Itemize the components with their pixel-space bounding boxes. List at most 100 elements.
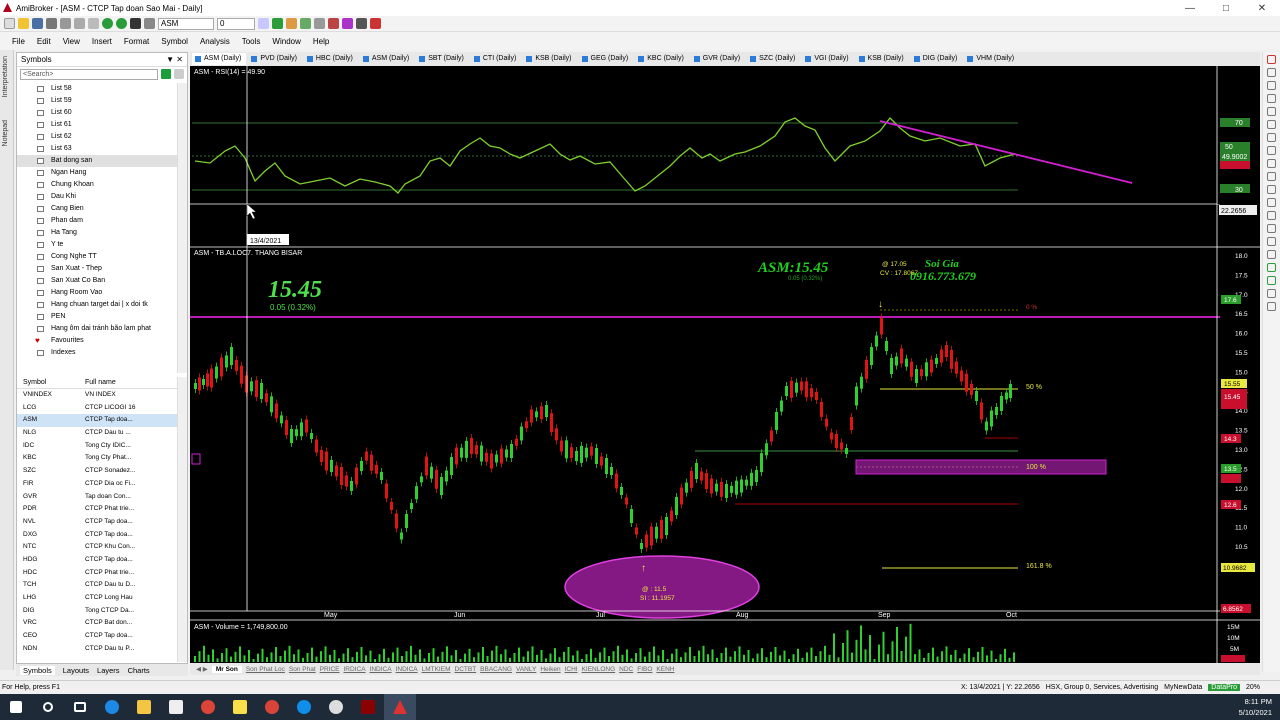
sheet-tab[interactable]: INDICA	[370, 666, 392, 673]
chart-tab[interactable]: ASM (Daily)	[192, 53, 247, 65]
open-icon[interactable]	[18, 18, 29, 29]
app-icon-dark[interactable]	[352, 694, 384, 720]
tree-item[interactable]: Hang chuan target dai | x doi tk	[17, 299, 177, 311]
sheet-tab[interactable]: LMTKIEM	[422, 666, 451, 673]
menu-file[interactable]: File	[12, 37, 25, 46]
sheet-tab[interactable]: FIBO	[637, 666, 652, 673]
tree-item[interactable]: Bat dong san	[17, 155, 177, 167]
sheet-tab[interactable]: Son Phat	[289, 666, 316, 673]
cursor-icon[interactable]	[258, 18, 269, 29]
windows-start-icon[interactable]	[0, 694, 32, 720]
table-row[interactable]: TCH CTCP Dau tu D...	[17, 579, 177, 592]
tree-item[interactable]: San Xuat Co Ban	[17, 275, 177, 287]
table-row[interactable]: HDC CTCP Phat trie...	[17, 567, 177, 580]
system-clock[interactable]: 8:11 PM 5/10/2021	[1239, 696, 1272, 718]
properties-tool-icon[interactable]	[1267, 302, 1276, 311]
tree-item[interactable]: Cang Bien	[17, 203, 177, 215]
chrome-icon[interactable]	[192, 694, 224, 720]
table-row[interactable]: VRC CTCP Bat don...	[17, 617, 177, 630]
store-icon[interactable]	[160, 694, 192, 720]
chart-tab[interactable]: PVD (Daily)	[248, 53, 302, 65]
sheet-tab[interactable]: VANLY	[516, 666, 536, 673]
copy-icon[interactable]	[74, 18, 85, 29]
table-row[interactable]: KBC Tong Cty Phat...	[17, 452, 177, 465]
arc-tool-icon[interactable]	[1267, 237, 1276, 246]
chart-tab[interactable]: ASM (Daily)	[360, 53, 414, 65]
arrow-up-icon[interactable]	[272, 18, 283, 29]
obs-icon[interactable]	[320, 694, 352, 720]
gear-icon[interactable]	[314, 18, 325, 29]
style-tool-icon[interactable]	[1267, 276, 1276, 285]
chart-tab[interactable]: KBC (Daily)	[635, 53, 689, 65]
paste-icon[interactable]	[88, 18, 99, 29]
chart-tab[interactable]: CTI (Daily)	[471, 53, 521, 65]
sheet-tab[interactable]: Heiken	[540, 666, 560, 673]
chart-area[interactable]: ASM - RSI(14) = 49.90 70 50 49.9002 30 2…	[190, 66, 1260, 663]
chart-icon[interactable]	[328, 18, 339, 29]
back-icon[interactable]	[102, 18, 113, 29]
tree-item[interactable]: List 61	[17, 119, 177, 131]
menu-insert[interactable]: Insert	[92, 37, 112, 46]
sheet-nav-arrows[interactable]: ◀ ▶	[196, 665, 208, 673]
save-icon[interactable]	[32, 18, 43, 29]
magnet-icon[interactable]	[370, 18, 381, 29]
tree-item[interactable]: Indexes	[17, 347, 177, 359]
ray-tool-icon[interactable]	[1267, 81, 1276, 90]
tree-item[interactable]: Hang ôm dai tránh bão lam phat	[17, 323, 177, 335]
menu-format[interactable]: Format	[124, 37, 149, 46]
table-row[interactable]: LHG CTCP Long Hau	[17, 592, 177, 605]
tree-item[interactable]: List 58	[17, 83, 177, 95]
chart-tab[interactable]: GEG (Daily)	[579, 53, 634, 65]
tab-interpretation[interactable]: Interpretation	[2, 56, 9, 97]
amibroker-taskbar-icon[interactable]	[384, 694, 416, 720]
close-button[interactable]: ✕	[1244, 0, 1280, 16]
chart-tab[interactable]: VGI (Daily)	[802, 53, 853, 65]
hline-tool-icon[interactable]	[1267, 94, 1276, 103]
tree-item[interactable]: Chung Khoan	[17, 179, 177, 191]
sheet-tab[interactable]: KIENLONG	[582, 666, 616, 673]
table-row[interactable]: SZC CTCP Sonadez...	[17, 465, 177, 478]
tree-item[interactable]: List 59	[17, 95, 177, 107]
sheet-tab[interactable]: Mr Son	[211, 665, 242, 673]
file-explorer-icon[interactable]	[128, 694, 160, 720]
sheet-tab[interactable]: IRDICA	[344, 666, 366, 673]
list-icon[interactable]	[144, 18, 155, 29]
table-row[interactable]: VNINDEX VN INDEX	[17, 389, 177, 402]
table-row[interactable]: DXG CTCP Tap doa...	[17, 529, 177, 542]
maximize-button[interactable]: □	[1208, 0, 1244, 16]
heart-icon[interactable]	[286, 18, 297, 29]
table-row[interactable]: HDG CTCP Tap doa...	[17, 554, 177, 567]
channel-tool-icon[interactable]	[1267, 120, 1276, 129]
table-row[interactable]: NVL CTCP Tap doa...	[17, 516, 177, 529]
table-row[interactable]: NLG CTCP Dau tu ...	[17, 427, 177, 440]
chart-tab[interactable]: SBT (Daily)	[416, 53, 469, 65]
table-row[interactable]: PDR CTCP Phat trie...	[17, 503, 177, 516]
line-tool-icon[interactable]	[1267, 68, 1276, 77]
chart-tab[interactable]: DIG (Daily)	[911, 53, 963, 65]
col-symbol[interactable]: Symbol	[17, 377, 85, 388]
draw-icon[interactable]	[356, 18, 367, 29]
rect-tool-icon[interactable]	[1267, 146, 1276, 155]
edge-icon[interactable]	[96, 694, 128, 720]
tree-item[interactable]: Ha Tang	[17, 227, 177, 239]
sheet-tab[interactable]: PRICE	[320, 666, 340, 673]
tab-layers[interactable]: Layers	[97, 666, 120, 675]
panel-pin-close[interactable]: ▼ ✕	[166, 55, 183, 64]
tree-icon[interactable]	[300, 18, 311, 29]
chart-tab[interactable]: HBC (Daily)	[304, 53, 358, 65]
tree-item[interactable]: List 62	[17, 131, 177, 143]
forward-icon[interactable]	[116, 18, 127, 29]
cycle-tool-icon[interactable]	[1267, 198, 1276, 207]
teamviewer-icon[interactable]	[288, 694, 320, 720]
chart-tab[interactable]: KSB (Daily)	[856, 53, 909, 65]
table-row[interactable]: NDN CTCP Dau tu P...	[17, 643, 177, 654]
pointer-tool-icon[interactable]	[1267, 55, 1276, 64]
gann-tool-icon[interactable]	[1267, 211, 1276, 220]
table-row[interactable]: LCG CTCP LICOGI 16	[17, 402, 177, 415]
search-icon[interactable]	[32, 694, 64, 720]
col-fullname[interactable]: Full name	[85, 377, 175, 388]
tree-item[interactable]: Y te	[17, 239, 177, 251]
table-row[interactable]: NTC CTCP Khu Con...	[17, 541, 177, 554]
tree-item[interactable]: Ngan Hang	[17, 167, 177, 179]
color-tool-icon[interactable]	[1267, 263, 1276, 272]
